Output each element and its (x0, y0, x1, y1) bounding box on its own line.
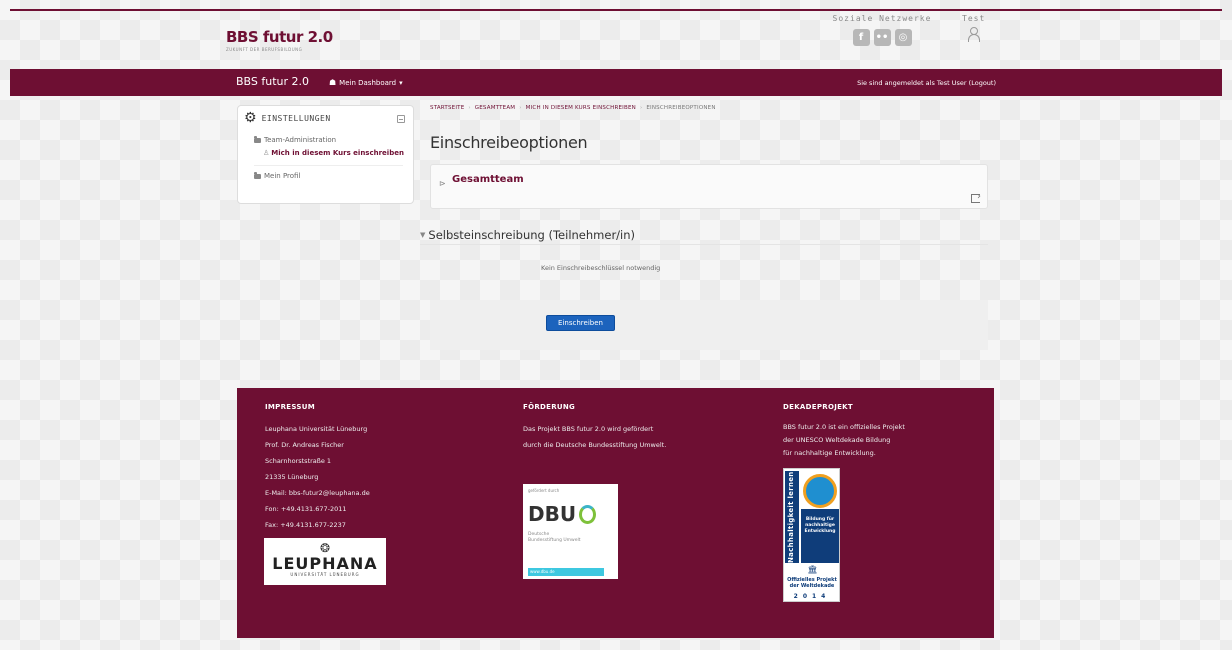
course-name[interactable]: Gesamtteam (452, 174, 524, 185)
enrol-icon (971, 191, 981, 203)
dbu-wordmark: DBU (528, 502, 577, 526)
impressum-fax: Fax: +49.4131.677-2237 (265, 521, 346, 529)
navbar: BBS futur 2.0 ☗ Mein Dashboard ▾ Sie sin… (10, 69, 1222, 96)
user-label: Test (962, 14, 986, 23)
social-networks: Soziale Netzwerke f •• ◎ (832, 14, 932, 46)
dekade-title: DEKADEPROJEKT (783, 403, 853, 411)
user-menu[interactable]: Test (962, 14, 984, 43)
dekade-line: der UNESCO Weltdekade Bildung (783, 436, 891, 444)
impressum-line: Leuphana Universität Lüneburg (265, 425, 368, 433)
dbu-logo[interactable]: gefördert durch DBU Deutsche Bundesstift… (523, 484, 618, 579)
folder-icon (254, 171, 261, 179)
breadcrumb-separator: › (639, 105, 643, 111)
dbu-ring-icon (579, 504, 597, 524)
expand-triangle-icon: ▼ (420, 231, 426, 239)
settings-tree: Team-Administration ♙ Mich in diesem Kurs… (238, 130, 413, 180)
settings-title: EINSTELLUNGEN (261, 113, 331, 123)
site-header (10, 11, 1222, 69)
tree-team-admin[interactable]: Team-Administration (254, 135, 413, 144)
breadcrumb-separator: › (468, 105, 471, 111)
user-icon: ♙ (263, 149, 270, 157)
breadcrumb-course[interactable]: GESAMTTEAM (475, 105, 515, 111)
impressum-email[interactable]: E-Mail: bbs-futur2@leuphana.de (265, 485, 370, 501)
dashboard-icon: ☗ (329, 78, 337, 87)
leuphana-logo[interactable]: ❂ LEUPHANA UNIVERSITÄT LÜNEBURG (264, 538, 386, 585)
dbu-url: www.dbu.de (528, 568, 604, 576)
unesco-logo[interactable]: Nachhaltigkeit lernen Bildung für nachha… (783, 468, 840, 602)
foerderung-title: FÖRDERUNG (523, 403, 576, 411)
profile-label: Mein Profil (264, 172, 301, 180)
impressum-line: Prof. Dr. Andreas Fischer (265, 441, 344, 449)
section-title: Selbsteinschreibung (Teilnehmer/in) (428, 228, 636, 242)
breadcrumb-current: EINSCHREIBEOPTIONEN (646, 105, 716, 111)
login-info: Sie sind angemeldet als Test User (Logou… (857, 79, 996, 87)
divider (254, 165, 403, 166)
self-enrol-section[interactable]: ▼ Selbsteinschreibung (Teilnehmer/in) (420, 226, 988, 245)
breadcrumb: STARTSEITE › GESAMTTEAM › MICH IN DIESEM… (430, 105, 716, 111)
no-key-text: Kein Einschreibeschlüssel notwendig (541, 264, 661, 272)
breadcrumb-home[interactable]: STARTSEITE (430, 105, 464, 111)
enrol-self-label: Mich in diesem Kurs einschreiben (271, 149, 404, 157)
enrol-button[interactable]: Einschreiben (546, 315, 615, 331)
dbu-sub-line: Bundesstiftung Umwelt (528, 538, 581, 543)
settings-block: ⚙ EINSTELLUNGEN Team-Administration ♙ Mic… (237, 105, 414, 204)
brand-subtitle: ZUKUNFT DER BERUFSBILDUNG (226, 47, 303, 52)
dekade-line: BBS futur 2.0 ist ein offizielles Projek… (783, 423, 905, 431)
facebook-icon[interactable]: f (852, 29, 870, 46)
brand-logo[interactable]: BBS futur 2.0 (226, 28, 333, 46)
logout-link[interactable]: (Logout) (969, 79, 996, 87)
tree-profile[interactable]: Mein Profil (254, 171, 413, 180)
dbu-name: DBU (528, 502, 613, 526)
dashboard-label: Mein Dashboard (339, 78, 397, 87)
team-admin-label: Team-Administration (264, 136, 337, 144)
impressum-title: IMPRESSUM (265, 403, 315, 411)
logged-in-text: Sie sind angemeldet als Test User (857, 79, 967, 87)
dbu-sub: Deutsche Bundesstiftung Umwelt (528, 532, 613, 544)
dekade-line: für nachhaltige Entwicklung. (783, 449, 876, 457)
impressum-phone: Fon: +49.4131.677-2011 (265, 505, 347, 513)
course-icon: ⊳ (439, 179, 446, 188)
unesco-bottom-text: Offizielles Projekt der Weltdekade (787, 577, 837, 589)
impressum-line: Scharnhorststraße 1 (265, 457, 332, 465)
social-title: Soziale Netzwerke (832, 14, 932, 23)
foerderung-line: durch die Deutsche Bundesstiftung Umwelt… (523, 441, 667, 449)
unesco-face-icon (803, 474, 837, 508)
footer-impressum: IMPRESSUM Leuphana Universität Lüneburg … (265, 403, 370, 533)
unesco-vertical-band: Nachhaltigkeit lernen (785, 471, 799, 563)
course-box: ⊳ Gesamtteam (430, 164, 988, 209)
navbar-brand[interactable]: BBS futur 2.0 (236, 75, 309, 88)
gears-icon: ⚙ (244, 110, 257, 126)
folder-icon (254, 135, 261, 143)
footer-foerderung: FÖRDERUNG Das Projekt BBS futur 2.0 wird… (523, 403, 666, 453)
flickr-icon[interactable]: •• (873, 29, 891, 46)
breadcrumb-separator: › (519, 105, 522, 111)
unesco-block-text: Bildung für nachhaltige Entwicklung (801, 509, 839, 563)
enrol-form-area (430, 300, 988, 350)
impressum-line: 21335 Lüneburg (265, 473, 319, 481)
enrol-self-link[interactable]: ♙ Mich in diesem Kurs einschreiben (263, 148, 413, 159)
foerderung-line: Das Projekt BBS futur 2.0 wird gefördert (523, 425, 654, 433)
footer-dekade: DEKADEPROJEKT BBS futur 2.0 ist ein offi… (783, 403, 905, 460)
footer: IMPRESSUM Leuphana Universität Lüneburg … (237, 388, 994, 638)
dbu-top-text: gefördert durch (528, 488, 560, 493)
leuphana-name: LEUPHANA (272, 554, 378, 573)
leuphana-emblem-icon: ❂ (319, 541, 331, 555)
unesco-years: 2014 (793, 593, 831, 600)
unesco-temple-icon: 🏛 (807, 565, 817, 574)
instagram-icon[interactable]: ◎ (894, 29, 912, 46)
avatar-icon[interactable] (966, 27, 980, 43)
unesco-vertical-text: Nachhaltigkeit lernen (787, 471, 795, 563)
dashboard-menu[interactable]: ☗ Mein Dashboard ▾ (329, 78, 403, 87)
social-icons: f •• ◎ (832, 29, 932, 46)
caret-down-icon: ▾ (399, 78, 403, 87)
settings-header: ⚙ EINSTELLUNGEN (238, 106, 413, 130)
page-title: Einschreibeoptionen (430, 133, 588, 152)
breadcrumb-enrol[interactable]: MICH IN DIESEM KURS EINSCHREIBEN (526, 105, 636, 111)
collapse-icon[interactable] (397, 115, 405, 123)
